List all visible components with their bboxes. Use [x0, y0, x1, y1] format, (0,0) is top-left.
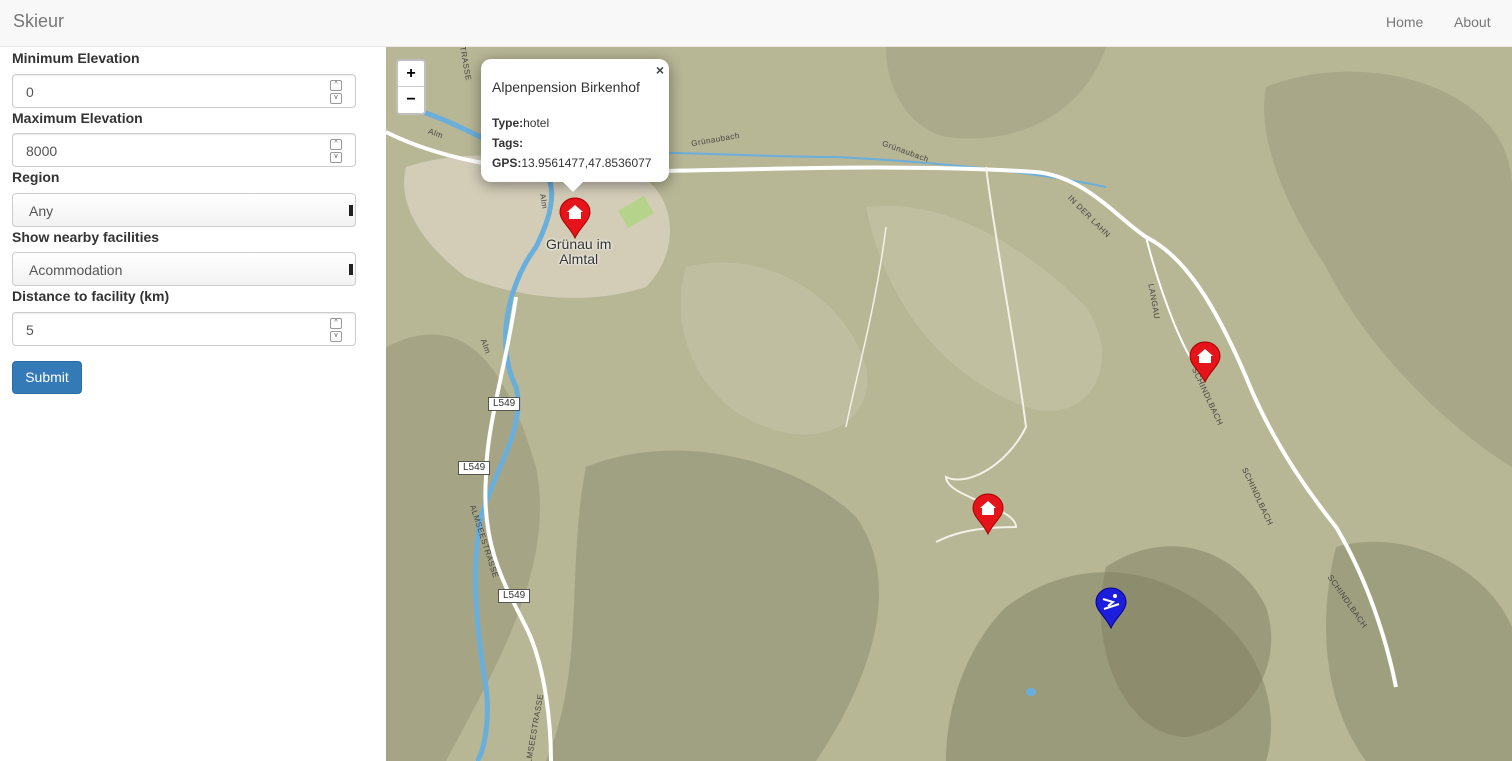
- zoom-control: + −: [396, 59, 426, 115]
- popup-tags-row: Tags:: [492, 136, 524, 150]
- distance-spinner[interactable]: ^ v: [330, 318, 342, 342]
- min-elevation-input[interactable]: 0 ^ v: [12, 74, 356, 108]
- place-label: Grünau im Almtal: [546, 236, 612, 267]
- submit-button[interactable]: Submit: [12, 361, 82, 394]
- navbar: Skieur Home About: [0, 0, 1512, 47]
- zoom-out-button[interactable]: −: [398, 87, 424, 113]
- popup-title: Alpenpension Birkenhof: [492, 79, 640, 95]
- hotel-marker-schindlbach[interactable]: [1188, 341, 1222, 384]
- road-shield: L549: [458, 461, 491, 475]
- skier-icon: [1095, 587, 1127, 630]
- min-elevation-spinner[interactable]: ^ v: [330, 80, 342, 104]
- map[interactable]: + − Grünau im Almtal L549 L549 L549 ALMS…: [386, 47, 1512, 761]
- nav-home-link[interactable]: Home: [1386, 14, 1423, 30]
- house-icon: [972, 493, 1004, 536]
- distance-input[interactable]: 5 ^ v: [12, 312, 356, 346]
- max-elevation-input[interactable]: 8000 ^ v: [12, 133, 356, 167]
- popup-gps-row: GPS:13.9561477,47.8536077: [492, 156, 652, 170]
- search-form: Minimum Elevation 0 ^ v Maximum Elevation…: [0, 47, 386, 761]
- hotel-marker-south[interactable]: [971, 493, 1005, 536]
- popup-type-row: Type:hotel: [492, 116, 550, 130]
- max-elevation-spinner[interactable]: ^ v: [330, 139, 342, 163]
- chevron-down-icon: [349, 264, 353, 275]
- chevron-down-icon: [349, 205, 353, 216]
- ski-marker[interactable]: [1094, 587, 1128, 630]
- house-icon: [1189, 341, 1221, 384]
- road-shield: L549: [488, 397, 521, 411]
- facilities-label: Show nearby facilities: [12, 229, 160, 245]
- marker-popup: × Alpenpension Birkenhof Type:hotel Tags…: [481, 59, 669, 192]
- facilities-select[interactable]: Acommodation: [12, 252, 356, 286]
- region-select[interactable]: Any: [12, 193, 356, 227]
- hotel-marker-birkenhof[interactable]: [558, 197, 592, 240]
- min-elevation-label: Minimum Elevation: [12, 50, 140, 66]
- close-icon[interactable]: ×: [656, 62, 664, 78]
- house-icon: [559, 197, 591, 240]
- max-elevation-value: 8000: [26, 143, 58, 159]
- brand-link[interactable]: Skieur: [13, 11, 64, 32]
- max-elevation-label: Maximum Elevation: [12, 110, 143, 126]
- road-shield: L549: [498, 589, 531, 603]
- region-label: Region: [12, 169, 60, 185]
- min-elevation-value: 0: [26, 84, 34, 100]
- distance-value: 5: [26, 322, 34, 338]
- zoom-in-button[interactable]: +: [398, 61, 424, 87]
- region-selected: Any: [29, 203, 54, 219]
- nav-about-link[interactable]: About: [1454, 14, 1491, 30]
- distance-label: Distance to facility (km): [12, 288, 170, 304]
- facilities-selected: Acommodation: [29, 262, 123, 278]
